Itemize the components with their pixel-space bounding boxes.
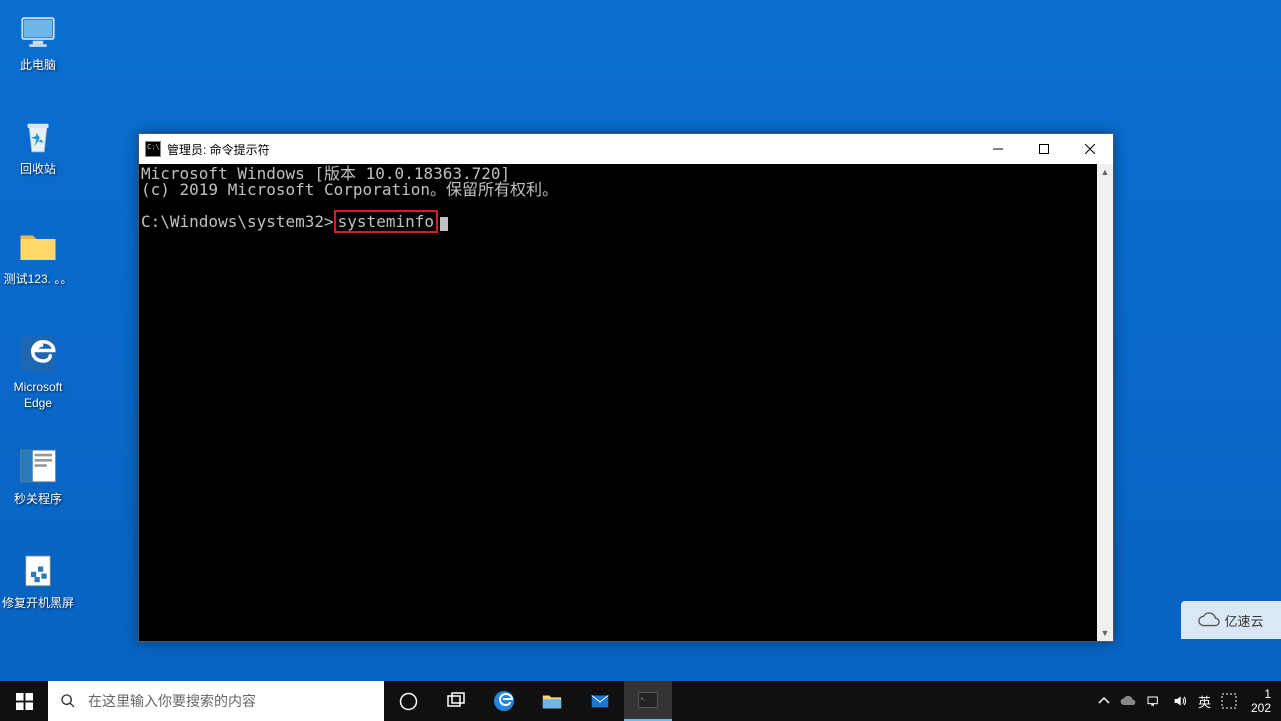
- scroll-track[interactable]: [1097, 180, 1113, 625]
- desktop: 此电脑 回收站 测试123. 。。 Microsoft Edge 秒关程序 修复…: [0, 0, 1281, 681]
- maximize-button[interactable]: [1021, 134, 1067, 164]
- watermark-text: 亿速云: [1224, 611, 1263, 630]
- tray-ime-icon[interactable]: [1221, 693, 1237, 709]
- start-button[interactable]: [0, 681, 48, 721]
- desktop-icon-recycle-bin[interactable]: 回收站: [0, 112, 76, 178]
- cmd-copyright-line: (c) 2019 Microsoft Corporation。保留所有权利。: [141, 180, 558, 199]
- cmd-icon: >_: [637, 689, 659, 711]
- tray-volume-icon[interactable]: [1172, 693, 1188, 709]
- search-icon: [60, 693, 76, 709]
- app-icon: [14, 546, 62, 594]
- cmd-window[interactable]: 管理员: 命令提示符 Microsoft Windows [版本 10.0.18…: [138, 133, 1114, 642]
- desktop-icon-repair-boot[interactable]: 修复开机黑屏: [0, 546, 76, 612]
- scroll-down-button[interactable]: ▼: [1097, 625, 1113, 641]
- system-tray: 英 1 202: [1092, 681, 1281, 721]
- desktop-icon-label: 回收站: [0, 162, 76, 178]
- desktop-icon-label: 修复开机黑屏: [0, 596, 76, 612]
- scroll-up-button[interactable]: ▲: [1097, 164, 1113, 180]
- tray-clock[interactable]: 1 202: [1247, 687, 1275, 716]
- taskbar-apps: >_: [384, 681, 672, 721]
- watermark: 亿速云: [1181, 601, 1281, 639]
- cmd-body[interactable]: Microsoft Windows [版本 10.0.18363.720] (c…: [139, 164, 1113, 641]
- monitor-icon: [14, 8, 62, 56]
- minimize-button[interactable]: [975, 134, 1021, 164]
- task-view-icon: [447, 692, 465, 710]
- recycle-bin-icon: [14, 112, 62, 160]
- tray-date: 202: [1251, 701, 1271, 715]
- cmd-content[interactable]: Microsoft Windows [版本 10.0.18363.720] (c…: [139, 164, 1097, 641]
- tray-network-icon[interactable]: [1146, 693, 1162, 709]
- folder-icon: [14, 222, 62, 270]
- tray-onedrive-icon[interactable]: [1120, 693, 1136, 709]
- mail-icon: [589, 690, 611, 712]
- taskbar-app-explorer[interactable]: [528, 681, 576, 721]
- cmd-titlebar[interactable]: 管理员: 命令提示符: [139, 134, 1113, 164]
- desktop-icon-label: Microsoft Edge: [0, 380, 76, 411]
- app-icon: [14, 442, 62, 490]
- circle-icon: [399, 692, 418, 711]
- edge-icon: [14, 330, 62, 378]
- cmd-title: 管理员: 命令提示符: [167, 141, 975, 158]
- desktop-icon-test-folder[interactable]: 测试123. 。。: [0, 222, 76, 288]
- tray-time: 1: [1251, 687, 1271, 701]
- taskbar-app-edge[interactable]: [480, 681, 528, 721]
- cortana-button[interactable]: [384, 681, 432, 721]
- cmd-icon: [145, 141, 161, 157]
- desktop-icon-label: 秒关程序: [0, 492, 76, 508]
- desktop-icon-edge[interactable]: Microsoft Edge: [0, 330, 76, 411]
- desktop-icon-label: 测试123. 。。: [0, 272, 76, 288]
- windows-icon: [16, 693, 33, 710]
- cmd-scrollbar[interactable]: ▲ ▼: [1097, 164, 1113, 641]
- search-placeholder: 在这里输入你要搜索的内容: [88, 691, 256, 711]
- window-controls: [975, 134, 1113, 164]
- edge-icon: [492, 689, 516, 713]
- taskbar-app-mail[interactable]: [576, 681, 624, 721]
- svg-text:>_: >_: [641, 697, 647, 702]
- folder-icon: [541, 690, 563, 712]
- close-button[interactable]: [1067, 134, 1113, 164]
- search-box[interactable]: 在这里输入你要搜索的内容: [48, 681, 384, 721]
- cursor: [440, 217, 448, 231]
- desktop-icon-seconds-off[interactable]: 秒关程序: [0, 442, 76, 508]
- desktop-icon-label: 此电脑: [0, 58, 76, 74]
- desktop-icon-this-pc[interactable]: 此电脑: [0, 8, 76, 74]
- tray-chevron-up-icon[interactable]: [1098, 695, 1110, 707]
- tray-ime-lang[interactable]: 英: [1198, 692, 1211, 711]
- task-view-button[interactable]: [432, 681, 480, 721]
- cloud-icon: [1198, 609, 1220, 631]
- cmd-prompt: C:\Windows\system32>: [141, 212, 334, 231]
- taskbar-app-cmd[interactable]: >_: [624, 681, 672, 721]
- taskbar: 在这里输入你要搜索的内容 >_ 英 1 202: [0, 681, 1281, 721]
- cmd-command-highlight: systeminfo: [334, 210, 438, 233]
